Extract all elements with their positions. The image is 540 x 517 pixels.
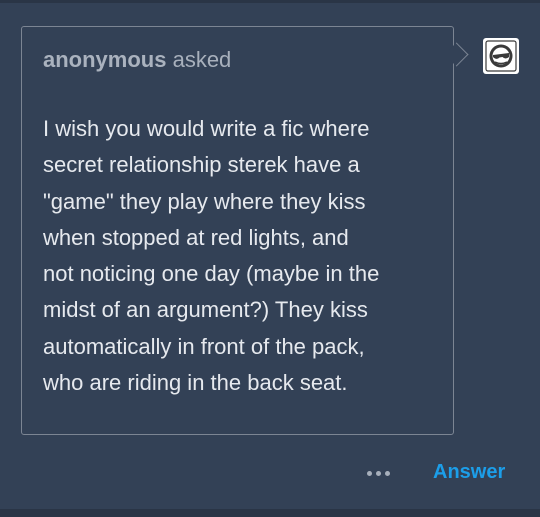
question-text: I wish you would write a fic where secre… [43,116,380,396]
anonymous-avatar[interactable] [483,38,519,74]
asker-line: anonymous asked [43,47,231,73]
answer-button[interactable]: Answer [433,461,505,484]
ellipsis-icon [366,470,372,476]
bottom-divider [0,509,540,517]
anonymous-avatar-icon [485,40,517,72]
ellipsis-icon [375,470,381,476]
top-divider [0,0,540,3]
more-options-button[interactable] [360,462,396,484]
asked-label: asked [166,47,232,72]
ellipsis-icon [384,470,390,476]
asker-name: anonymous [43,47,167,72]
ask-bubble: anonymous asked I wish you would write a… [21,26,454,435]
